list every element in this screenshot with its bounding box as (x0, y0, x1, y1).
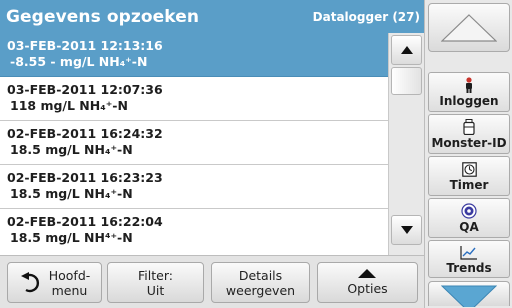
trend-chart-icon (460, 244, 478, 261)
timer-button[interactable]: Timer (428, 156, 510, 196)
triangle-up-icon (400, 46, 413, 54)
list-item[interactable]: 03-FEB-2011 12:07:36 118 mg/L NH₄⁺-N (0, 77, 388, 121)
scroll-down-button[interactable] (391, 215, 422, 245)
page-down-button[interactable] (428, 281, 510, 307)
list-item-value: 18.5 mg/L NH₄⁺-N (10, 142, 133, 157)
qa-label: QA (459, 219, 479, 234)
login-button[interactable]: Inloggen (428, 72, 510, 112)
bottom-toolbar: Hoofd- menu Filter: Uit Details weergeve… (0, 255, 424, 308)
header-bar: Gegevens opzoeken Datalogger (27) (0, 0, 424, 33)
page-title: Gegevens opzoeken (6, 6, 200, 27)
list-item-value: 118 mg/L NH₄⁺-N (10, 98, 128, 113)
options-button[interactable]: Opties (317, 262, 418, 303)
right-sidebar: Inloggen Monster-ID Timer QA Trends (424, 0, 512, 308)
datalogger-count: Datalogger (27) (312, 9, 420, 24)
sample-id-label: Monster-ID (431, 135, 507, 150)
list-item[interactable]: 03-FEB-2011 12:13:16 -8.55 - mg/L NH₄⁺-N (0, 33, 388, 77)
triangle-down-icon (400, 226, 413, 234)
scrollbar-thumb[interactable] (391, 67, 422, 95)
view-details-label-1: Details (238, 267, 283, 283)
list-item-datetime: 02-FEB-2011 16:24:32 (7, 126, 163, 141)
list-item-datetime: 03-FEB-2011 12:07:36 (7, 82, 163, 97)
trends-button[interactable]: Trends (428, 240, 510, 278)
list-item-datetime: 02-FEB-2011 16:23:23 (7, 170, 163, 185)
view-details-button[interactable]: Details weergeven (211, 262, 310, 303)
sample-id-button[interactable]: Monster-ID (428, 114, 510, 154)
filter-button[interactable]: Filter: Uit (107, 262, 204, 303)
view-details-label-2: weergeven (225, 282, 296, 298)
list-item-datetime: 03-FEB-2011 12:13:16 (7, 38, 163, 53)
login-label: Inloggen (439, 93, 499, 108)
main-menu-button[interactable]: Hoofd- menu (7, 262, 102, 303)
timer-icon (461, 161, 477, 178)
main-menu-label-2: menu (51, 282, 88, 298)
arrow-down-icon (441, 285, 497, 307)
trends-label: Trends (446, 260, 492, 275)
list-item[interactable]: 02-FEB-2011 16:23:23 18.5 mg/L NH₄⁺-N (0, 165, 388, 209)
filter-value: Uit (146, 282, 165, 298)
data-list: 03-FEB-2011 12:13:16 -8.55 - mg/L NH₄⁺-N… (0, 33, 388, 255)
page-up-button[interactable] (428, 3, 510, 52)
triangle-up-icon (358, 269, 377, 278)
sample-bottle-icon (463, 119, 475, 136)
person-icon (463, 76, 475, 94)
list-item-value: -8.55 - mg/L NH₄⁺-N (10, 54, 148, 69)
screen: Gegevens opzoeken Datalogger (27) 03-FEB… (0, 0, 512, 308)
qa-target-icon (461, 203, 477, 220)
list-item[interactable]: 02-FEB-2011 16:22:04 18.5 mg/L NH⁴⁺-N (0, 209, 388, 255)
list-item-value: 18.5 mg/L NH₄⁺-N (10, 186, 133, 201)
arrow-up-icon (441, 13, 497, 42)
main-menu-label-1: Hoofd- (48, 267, 91, 283)
list-scrollbar[interactable] (388, 33, 424, 255)
list-item-datetime: 02-FEB-2011 16:22:04 (7, 214, 163, 229)
options-label: Opties (347, 281, 388, 296)
timer-label: Timer (449, 177, 489, 192)
qa-button[interactable]: QA (428, 198, 510, 238)
back-arrow-icon (20, 271, 39, 292)
filter-label: Filter: (138, 267, 173, 283)
scroll-up-button[interactable] (391, 35, 422, 65)
list-item-value: 18.5 mg/L NH⁴⁺-N (10, 230, 133, 245)
list-item[interactable]: 02-FEB-2011 16:24:32 18.5 mg/L NH₄⁺-N (0, 121, 388, 165)
